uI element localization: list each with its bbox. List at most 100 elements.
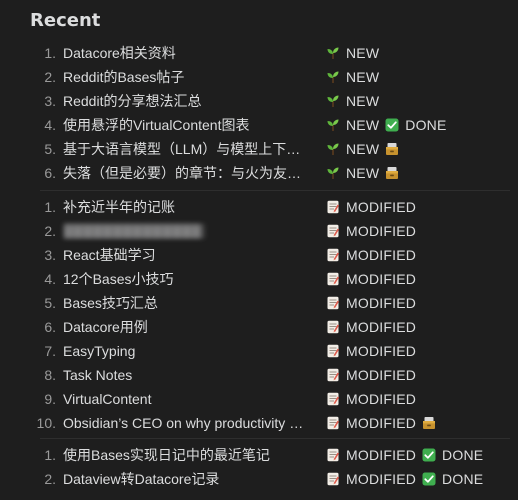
seedling-icon <box>326 142 340 156</box>
note-link[interactable]: 补充近半年的记账 <box>63 197 305 217</box>
tag-label: MODIFIED <box>346 391 417 407</box>
list-item: 7. EasyTyping MODIFIED <box>30 339 510 363</box>
status-tags: NEW <box>326 69 385 85</box>
list-item: 2. Reddit的Bases帖子 NEW <box>30 65 510 89</box>
tag-label: MODIFIED <box>346 223 417 239</box>
list-item: 4. 12个Bases小技巧 MODIFIED <box>30 267 510 291</box>
status-tags: NEW <box>326 45 385 61</box>
list-item: 9. VirtualContent MODIFIED <box>30 387 510 411</box>
check-icon <box>385 118 399 132</box>
list-item: 2. ██████████████ MODIFIED <box>30 219 510 243</box>
tag-label: MODIFIED <box>346 343 417 359</box>
list-item: 1. Datacore相关资料 NEW <box>30 41 510 65</box>
note-link[interactable]: 基于大语言模型（LLM）与模型上下文协议 <box>63 139 305 159</box>
recent-new-list: 1. Datacore相关资料 NEW 2. Reddit的Bases帖子 NEW 3. Re… <box>30 41 510 185</box>
tag-label: MODIFIED <box>346 295 417 311</box>
memo-icon <box>326 224 340 238</box>
tag-label: DONE <box>405 117 447 133</box>
item-number: 1. <box>44 447 56 463</box>
item-number: 3. <box>44 93 56 109</box>
card-file-box-icon <box>385 166 399 180</box>
item-number: 6. <box>44 165 56 181</box>
item-number: 4. <box>44 117 56 133</box>
note-link[interactable]: Obsidian’s CEO on why productivity tools <box>63 415 305 431</box>
tag-label: MODIFIED <box>346 367 417 383</box>
tag-new: NEW <box>326 45 379 61</box>
status-tags: NEW <box>326 93 385 109</box>
tag-label: MODIFIED <box>346 471 417 487</box>
tag-done: DONE <box>385 117 446 133</box>
group-divider <box>40 438 510 439</box>
item-number: 5. <box>44 295 56 311</box>
note-link[interactable]: EasyTyping <box>63 343 305 359</box>
memo-icon <box>326 320 340 334</box>
tag-modified: MODIFIED <box>326 295 416 311</box>
memo-icon <box>326 472 340 486</box>
tag-label: NEW <box>346 117 380 133</box>
seedling-icon <box>326 118 340 132</box>
card-file-box-icon <box>422 416 436 430</box>
status-tags: NEW <box>326 141 411 157</box>
tag-modified: MODIFIED <box>326 447 416 463</box>
tag-label: MODIFIED <box>346 271 417 287</box>
tag-new: NEW <box>326 165 379 181</box>
memo-icon <box>326 448 340 462</box>
list-item: 1. 使用Bases实现日记中的最近笔记 MODIFIED DONE <box>30 443 510 467</box>
memo-icon <box>326 368 340 382</box>
item-number: 10. <box>36 415 56 431</box>
tag-modified: MODIFIED <box>326 247 416 263</box>
list-item: 5. Bases技巧汇总 MODIFIED <box>30 291 510 315</box>
note-link[interactable]: Reddit的Bases帖子 <box>63 67 305 87</box>
item-number: 2. <box>44 471 56 487</box>
note-link[interactable]: Dataview转Datacore记录 <box>63 469 305 489</box>
note-link[interactable]: Reddit的分享想法汇总 <box>63 91 305 111</box>
tag-modified: MODIFIED <box>326 391 416 407</box>
tag-modified: MODIFIED <box>326 271 416 287</box>
recent-modified-list: 1. 补充近半年的记账 MODIFIED 2. ██████████████ MODIFI… <box>30 195 510 435</box>
check-icon <box>422 448 436 462</box>
tag-label: NEW <box>346 141 380 157</box>
card-file-box-icon <box>385 142 399 156</box>
tag-modified: MODIFIED <box>326 415 416 431</box>
seedling-icon <box>326 166 340 180</box>
status-tags: MODIFIED <box>326 391 422 407</box>
list-item: 6. Datacore用例 MODIFIED <box>30 315 510 339</box>
tag-new: NEW <box>326 69 379 85</box>
list-item: 2. Dataview转Datacore记录 MODIFIED DONE <box>30 467 510 491</box>
tag-new: NEW <box>326 117 379 133</box>
tag-label: MODIFIED <box>346 247 417 263</box>
list-item: 1. 补充近半年的记账 MODIFIED <box>30 195 510 219</box>
status-tags: MODIFIED <box>326 247 422 263</box>
list-item: 3. React基础学习 MODIFIED <box>30 243 510 267</box>
note-link[interactable]: Task Notes <box>63 367 305 383</box>
note-link[interactable]: VirtualContent <box>63 391 305 407</box>
tag-modified: MODIFIED <box>326 223 416 239</box>
note-link[interactable]: Datacore相关资料 <box>63 43 305 63</box>
tag-label: NEW <box>346 93 380 109</box>
note-link[interactable]: React基础学习 <box>63 245 305 265</box>
status-tags: NEW <box>326 165 411 181</box>
tag-archive <box>422 416 442 430</box>
tag-label: DONE <box>442 447 484 463</box>
item-number: 4. <box>44 271 56 287</box>
note-link[interactable]: 使用Bases实现日记中的最近笔记 <box>63 445 305 465</box>
item-number: 3. <box>44 247 56 263</box>
note-link[interactable]: 失落（但是必要）的章节：与火为友，以及…… <box>63 163 305 183</box>
status-tags: MODIFIED <box>326 415 448 431</box>
memo-icon <box>326 296 340 310</box>
memo-icon <box>326 272 340 286</box>
tag-label: MODIFIED <box>346 319 417 335</box>
memo-icon <box>326 200 340 214</box>
note-link-redacted[interactable]: ██████████████ <box>63 223 305 239</box>
recent-done-list: 1. 使用Bases实现日记中的最近笔记 MODIFIED DONE 2. Datavie… <box>30 443 510 491</box>
item-number: 1. <box>44 199 56 215</box>
list-item: 4. 使用悬浮的VirtualContent图表 NEW DONE <box>30 113 510 137</box>
note-link[interactable]: Bases技巧汇总 <box>63 293 305 313</box>
status-tags: MODIFIED <box>326 295 422 311</box>
list-item: 10. Obsidian’s CEO on why productivity to… <box>30 411 510 435</box>
note-link[interactable]: 使用悬浮的VirtualContent图表 <box>63 115 305 135</box>
note-link[interactable]: Datacore用例 <box>63 317 305 337</box>
note-link[interactable]: 12个Bases小技巧 <box>63 269 305 289</box>
tag-modified: MODIFIED <box>326 367 416 383</box>
memo-icon <box>326 344 340 358</box>
